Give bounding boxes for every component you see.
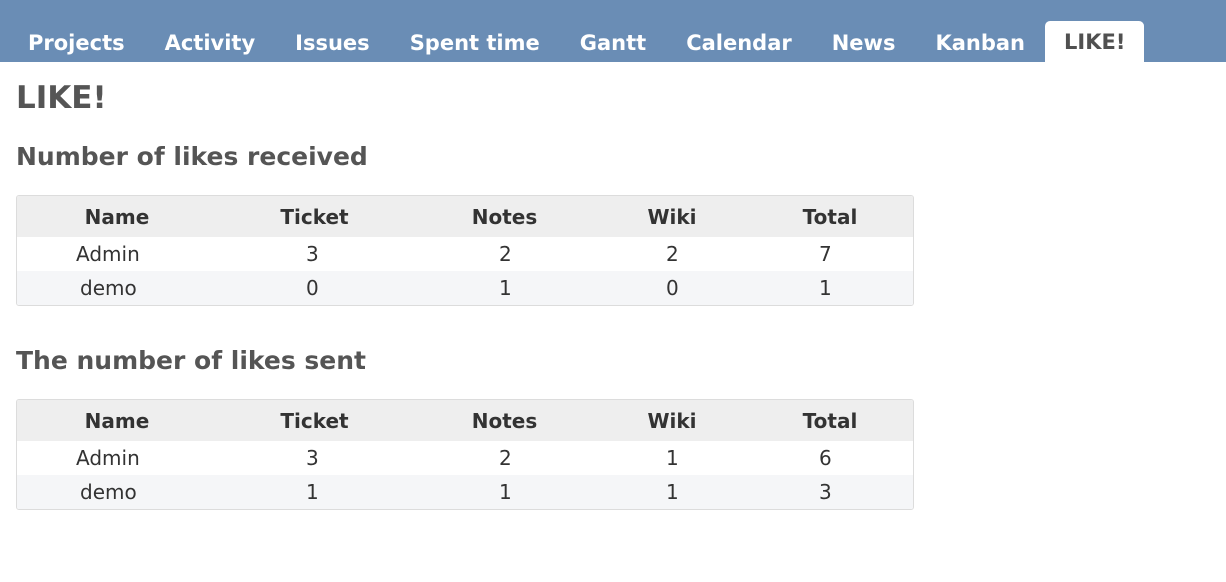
column-header-total: Total (747, 400, 913, 441)
table-row: Admin 3 2 1 6 (17, 441, 913, 475)
column-header-notes: Notes (412, 400, 597, 441)
cell-notes: 1 (412, 475, 597, 509)
column-header-wiki: Wiki (597, 196, 747, 237)
cell-notes: 2 (412, 237, 597, 271)
table-header-row: Name Ticket Notes Wiki Total (17, 400, 913, 441)
table-row: demo 0 1 0 1 (17, 271, 913, 305)
tab-issues[interactable]: Issues (275, 22, 390, 62)
tab-calendar[interactable]: Calendar (666, 22, 812, 62)
cell-ticket: 0 (217, 271, 412, 305)
cell-total: 1 (747, 271, 913, 305)
cell-notes: 2 (412, 441, 597, 475)
cell-total: 7 (747, 237, 913, 271)
cell-wiki: 0 (597, 271, 747, 305)
table-row: Admin 3 2 2 7 (17, 237, 913, 271)
tab-kanban[interactable]: Kanban (915, 22, 1045, 62)
tab-projects[interactable]: Projects (8, 22, 145, 62)
cell-name: Admin (17, 237, 217, 271)
likes-received-table: Name Ticket Notes Wiki Total Admin 3 2 2… (16, 195, 914, 306)
main-menu: Projects Activity Issues Spent time Gant… (0, 0, 1226, 62)
table-header-row: Name Ticket Notes Wiki Total (17, 196, 913, 237)
column-header-name: Name (17, 400, 217, 441)
column-header-ticket: Ticket (217, 196, 412, 237)
cell-name: demo (17, 475, 217, 509)
main-menu-tabs: Projects Activity Issues Spent time Gant… (8, 20, 1145, 62)
cell-ticket: 3 (217, 441, 412, 475)
cell-notes: 1 (412, 271, 597, 305)
tab-activity[interactable]: Activity (145, 22, 276, 62)
cell-name: demo (17, 271, 217, 305)
tab-spent-time[interactable]: Spent time (390, 22, 560, 62)
tab-news[interactable]: News (812, 22, 916, 62)
column-header-notes: Notes (412, 196, 597, 237)
cell-wiki: 1 (597, 475, 747, 509)
tab-gantt[interactable]: Gantt (560, 22, 666, 62)
likes-received-heading: Number of likes received (16, 142, 368, 171)
column-header-wiki: Wiki (597, 400, 747, 441)
column-header-total: Total (747, 196, 913, 237)
cell-ticket: 3 (217, 237, 412, 271)
cell-name: Admin (17, 441, 217, 475)
likes-sent-heading: The number of likes sent (16, 346, 367, 375)
column-header-name: Name (17, 196, 217, 237)
cell-total: 3 (747, 475, 913, 509)
cell-total: 6 (747, 441, 913, 475)
column-header-ticket: Ticket (217, 400, 412, 441)
cell-ticket: 1 (217, 475, 412, 509)
cell-wiki: 2 (597, 237, 747, 271)
tab-like[interactable]: LIKE! (1045, 21, 1145, 62)
page-title: LIKE! (16, 80, 107, 116)
table-row: demo 1 1 1 3 (17, 475, 913, 509)
cell-wiki: 1 (597, 441, 747, 475)
likes-sent-table: Name Ticket Notes Wiki Total Admin 3 2 1… (16, 399, 914, 510)
